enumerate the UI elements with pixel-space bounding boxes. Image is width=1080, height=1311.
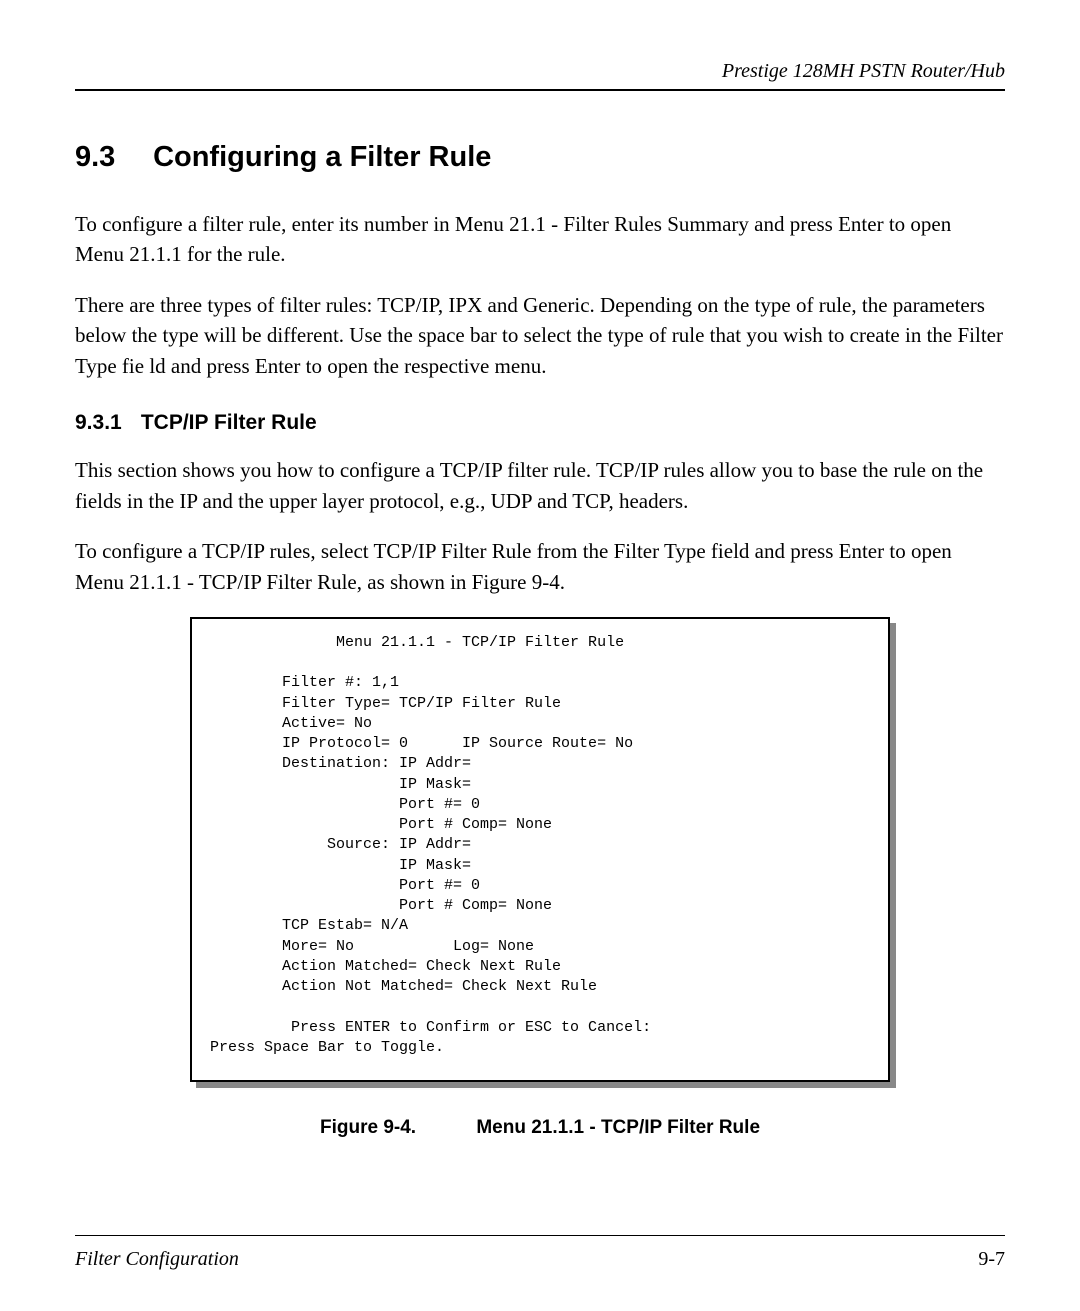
terminal-line-dest-port: Port #= 0 xyxy=(210,796,480,813)
figure-title: Menu 21.1.1 - TCP/IP Filter Rule xyxy=(476,1117,760,1138)
section-heading: 9.3 Configuring a Filter Rule xyxy=(75,141,1005,174)
terminal-line-more-log: More= No Log= None xyxy=(210,938,534,955)
terminal-screen: Menu 21.1.1 - TCP/IP Filter Rule Filter … xyxy=(190,617,890,1082)
running-header: Prestige 128MH PSTN Router/Hub xyxy=(75,60,1005,91)
terminal-line-src-port: Port #= 0 xyxy=(210,877,480,894)
terminal-line-dest-addr: Destination: IP Addr= xyxy=(210,755,471,772)
paragraph-1: To configure a filter rule, enter its nu… xyxy=(75,209,1005,270)
figure-label: Figure 9-4. xyxy=(320,1117,416,1139)
terminal-figure: Menu 21.1.1 - TCP/IP Filter Rule Filter … xyxy=(190,617,890,1082)
section-number: 9.3 xyxy=(75,141,145,174)
terminal-line-title: Menu 21.1.1 - TCP/IP Filter Rule xyxy=(210,634,624,651)
terminal-line-filter-no: Filter #: 1,1 xyxy=(210,674,399,691)
section-title: Configuring a Filter Rule xyxy=(153,141,491,173)
paragraph-2: There are three types of filter rules: T… xyxy=(75,290,1005,381)
terminal-line-active: Active= No xyxy=(210,715,372,732)
terminal-line-src-mask: IP Mask= xyxy=(210,857,471,874)
footer-left: Filter Configuration xyxy=(75,1248,239,1271)
terminal-line-filter-type: Filter Type= TCP/IP Filter Rule xyxy=(210,695,561,712)
terminal-line-src-comp: Port # Comp= None xyxy=(210,897,552,914)
subsection-heading: 9.3.1 TCP/IP Filter Rule xyxy=(75,411,1005,435)
page: Prestige 128MH PSTN Router/Hub 9.3 Confi… xyxy=(0,0,1080,1311)
terminal-line-tcp-estab: TCP Estab= N/A xyxy=(210,917,408,934)
terminal-line-hint: Press Space Bar to Toggle. xyxy=(210,1039,444,1056)
terminal-line-dest-comp: Port # Comp= None xyxy=(210,816,552,833)
terminal-line-ip-proto: IP Protocol= 0 IP Source Route= No xyxy=(210,735,633,752)
footer-page-number: 9-7 xyxy=(978,1248,1005,1271)
terminal-line-dest-mask: IP Mask= xyxy=(210,776,471,793)
terminal-line-confirm: Press ENTER to Confirm or ESC to Cancel: xyxy=(210,1019,651,1036)
page-footer: Filter Configuration 9-7 xyxy=(75,1235,1005,1271)
subsection-number: 9.3.1 xyxy=(75,411,135,435)
terminal-line-src-addr: Source: IP Addr= xyxy=(210,836,471,853)
subsection-title: TCP/IP Filter Rule xyxy=(141,411,317,434)
sub-paragraph-1: This section shows you how to configure … xyxy=(75,455,1005,516)
terminal-line-action-not-matched: Action Not Matched= Check Next Rule xyxy=(210,978,597,995)
figure-caption: Figure 9-4. Menu 21.1.1 - TCP/IP Filter … xyxy=(75,1117,1005,1139)
terminal-line-action-matched: Action Matched= Check Next Rule xyxy=(210,958,561,975)
sub-paragraph-2: To configure a TCP/IP rules, select TCP/… xyxy=(75,536,1005,597)
